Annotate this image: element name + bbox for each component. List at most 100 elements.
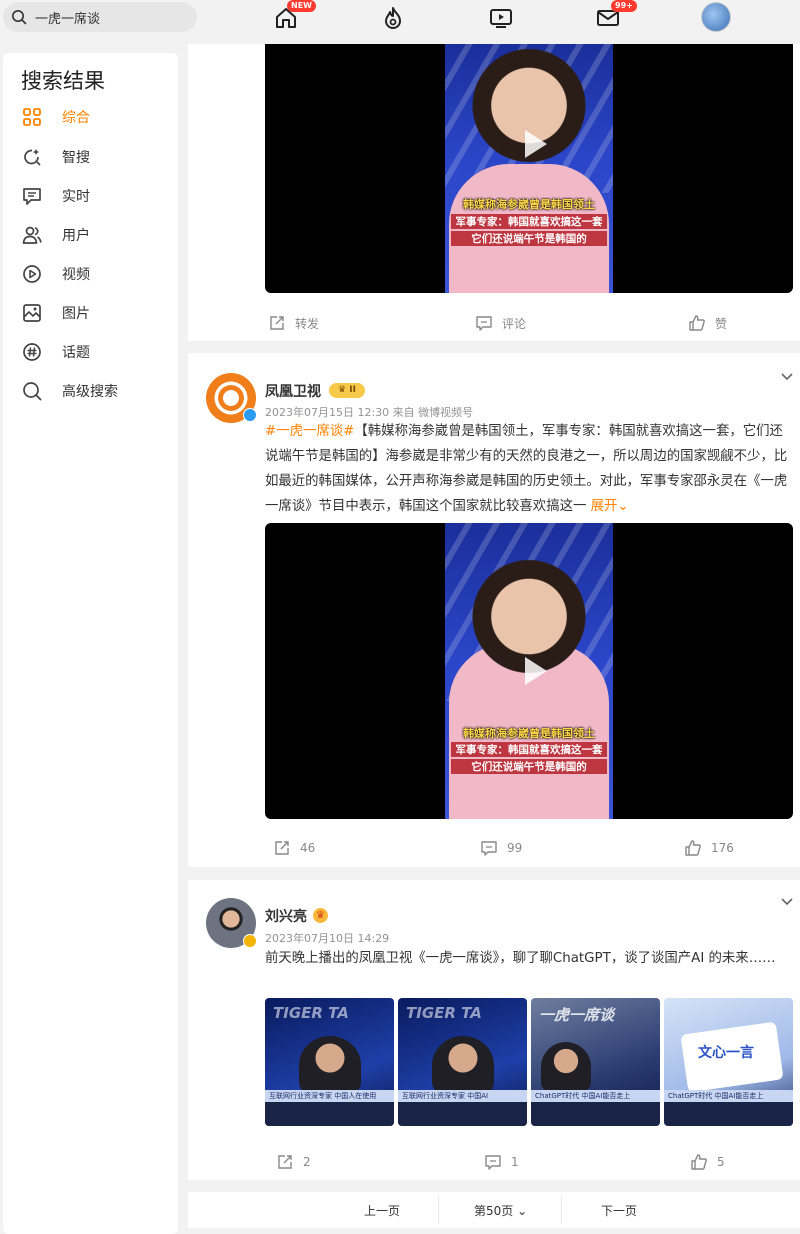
sidebar-item-label: 视频	[62, 267, 90, 283]
chevron-down-icon[interactable]	[780, 369, 794, 383]
repost-button[interactable]: 46	[273, 839, 315, 857]
post-meta: 2023年07月15日 12:30 来自 微博视频号	[265, 406, 474, 419]
nav-home[interactable]: NEW	[273, 0, 316, 31]
realtime-icon	[23, 188, 41, 205]
message-count-badge: 99+	[611, 0, 637, 12]
like-button[interactable]: 5	[690, 1153, 725, 1171]
image-icon	[23, 304, 41, 322]
prev-page-button[interactable]: 上一页	[364, 1202, 400, 1219]
post-meta: 2023年07月10日 14:29	[265, 932, 390, 945]
repost-button[interactable]: 2	[276, 1153, 311, 1171]
like-icon	[689, 315, 705, 331]
sidebar-item-label: 综合	[62, 110, 90, 126]
video-frame	[445, 44, 613, 293]
image-thumbnail[interactable]: 文心一言 ChatGPT时代 中国AI能否走上	[664, 998, 793, 1126]
like-icon	[691, 1154, 707, 1170]
sidebar-item-smart-search[interactable]: 智搜	[21, 144, 90, 170]
fire-icon	[385, 7, 401, 29]
play-icon[interactable]	[513, 124, 553, 164]
thumbnail-title: 文心一言	[698, 1045, 754, 1061]
smart-search-icon	[24, 149, 41, 166]
like-button[interactable]: 赞	[688, 314, 727, 332]
search-input[interactable]: 一虎一席谈	[35, 8, 100, 27]
thumbnail-title: 一虎一席谈	[539, 1006, 615, 1024]
verified-badge-icon	[243, 934, 257, 948]
sidebar-item-label: 图片	[62, 306, 90, 322]
user-avatar[interactable]	[701, 2, 731, 32]
repost-icon	[278, 1155, 292, 1169]
search-sidebar: 搜索结果 综合 智搜 实时 用户 视频 图片 话题 高级搜索	[3, 53, 178, 1234]
post-actions: 转发 评论 赞	[188, 308, 800, 338]
comment-button[interactable]: 1	[484, 1153, 519, 1171]
poster-name[interactable]: 刘兴亮	[265, 906, 307, 926]
thumbnail-ticker: 互联网行业资深专家 中国AI	[398, 1090, 527, 1102]
video-play-icon	[490, 9, 512, 28]
feed-card-liuxingliang: 刘兴亮 ♛ 2023年07月10日 14:29 前天晚上播出的凤凰卫视《一虎一席…	[188, 880, 800, 1180]
new-badge: NEW	[287, 0, 316, 12]
comment-count: 1	[511, 1155, 519, 1169]
feed-card-fenghuang: 凤凰卫视 ♛ II 2023年07月15日 12:30 来自 微博视频号 #一虎…	[188, 353, 800, 867]
crown-icon: ♛	[338, 385, 350, 395]
thumbnail-ticker: 互联网行业资深专家 中国人在使用	[265, 1090, 394, 1102]
poster-name[interactable]: 凤凰卫视	[265, 381, 321, 401]
sidebar-item-users[interactable]: 用户	[21, 222, 90, 248]
next-page-button[interactable]: 下一页	[601, 1202, 637, 1219]
sidebar-item-advanced-search[interactable]: 高级搜索	[21, 378, 118, 404]
search-box[interactable]: 一虎一席谈	[3, 2, 197, 32]
image-thumbnail[interactable]: TIGER TA 互联网行业资深专家 中国AI	[398, 998, 527, 1126]
video-icon	[23, 265, 41, 283]
sidebar-item-label: 用户	[62, 228, 90, 244]
comment-button[interactable]: 评论	[475, 314, 526, 332]
sidebar-item-realtime[interactable]: 实时	[21, 183, 90, 209]
thumbnail-ticker: ChatGPT时代 中国AI能否走上	[664, 1090, 793, 1102]
repost-icon	[275, 841, 289, 855]
video-player[interactable]: 韩媒称海参崴曾是韩国领土 军事专家：韩国就喜欢搞这一套 它们还说端午节是韩国的	[265, 523, 793, 819]
repost-count: 46	[300, 841, 316, 855]
topic-icon	[23, 343, 41, 361]
nav-hot[interactable]	[380, 5, 406, 31]
thumbnail-title: TIGER TA	[273, 1004, 349, 1022]
advanced-search-icon	[23, 382, 42, 401]
current-page: 第50页	[474, 1204, 514, 1218]
comment-icon	[485, 1155, 501, 1170]
expand-link[interactable]: 展开	[591, 499, 618, 514]
crown-icon: ♛	[313, 908, 328, 923]
chevron-down-icon[interactable]	[780, 894, 794, 908]
like-count: 5	[717, 1155, 725, 1169]
post-text: 前天晚上播出的凤凰卫视《一虎一席谈》，聊了聊ChatGPT，谈了谈国产AI 的未…	[265, 951, 776, 966]
hashtag-link[interactable]: #一虎一席谈#	[265, 424, 354, 439]
like-icon	[685, 840, 701, 856]
comment-label: 评论	[502, 316, 527, 331]
sidebar-item-label: 实时	[62, 189, 90, 205]
post-actions: 46 99 176	[188, 833, 800, 863]
post-actions: 2 1 5	[188, 1147, 800, 1177]
grid-icon	[23, 108, 41, 126]
video-caption-line1: 军事专家：韩国就喜欢搞这一套	[451, 214, 607, 229]
video-player[interactable]: 韩媒称海参崴曾是韩国领土 军事专家：韩国就喜欢搞这一套 它们还说端午节是韩国的	[265, 44, 793, 293]
image-thumbnail[interactable]: TIGER TA 互联网行业资深专家 中国人在使用	[265, 998, 394, 1126]
video-caption-title: 韩媒称海参崴曾是韩国领土	[463, 727, 595, 740]
repost-count: 2	[303, 1155, 311, 1169]
sidebar-item-label: 智搜	[62, 150, 90, 166]
like-button[interactable]: 176	[684, 839, 734, 857]
sidebar-item-comprehensive[interactable]: 综合	[21, 104, 90, 130]
comment-icon	[481, 841, 497, 856]
image-thumbnail[interactable]: 一虎一席谈 ChatGPT时代 中国AI能否走上	[531, 998, 660, 1126]
verified-badge-icon	[243, 408, 257, 422]
level-badge: ♛ II	[329, 383, 365, 398]
nav-video[interactable]	[488, 5, 514, 31]
video-caption-title: 韩媒称海参崴曾是韩国领土	[463, 198, 595, 211]
repost-button[interactable]: 转发	[268, 314, 319, 332]
page-select[interactable]: 第50页 ⌄	[474, 1202, 527, 1219]
sidebar-item-label: 高级搜索	[62, 384, 118, 400]
level-badge-text: II	[349, 385, 356, 395]
like-label: 赞	[715, 316, 728, 331]
nav-message[interactable]: 99+	[595, 0, 637, 31]
comment-count: 99	[507, 841, 523, 855]
play-icon[interactable]	[513, 651, 553, 691]
sidebar-item-video[interactable]: 视频	[21, 261, 90, 287]
pagination: 上一页 第50页 ⌄ 下一页	[188, 1192, 800, 1228]
comment-button[interactable]: 99	[480, 839, 522, 857]
sidebar-item-topics[interactable]: 话题	[21, 339, 90, 365]
sidebar-item-images[interactable]: 图片	[21, 300, 90, 326]
